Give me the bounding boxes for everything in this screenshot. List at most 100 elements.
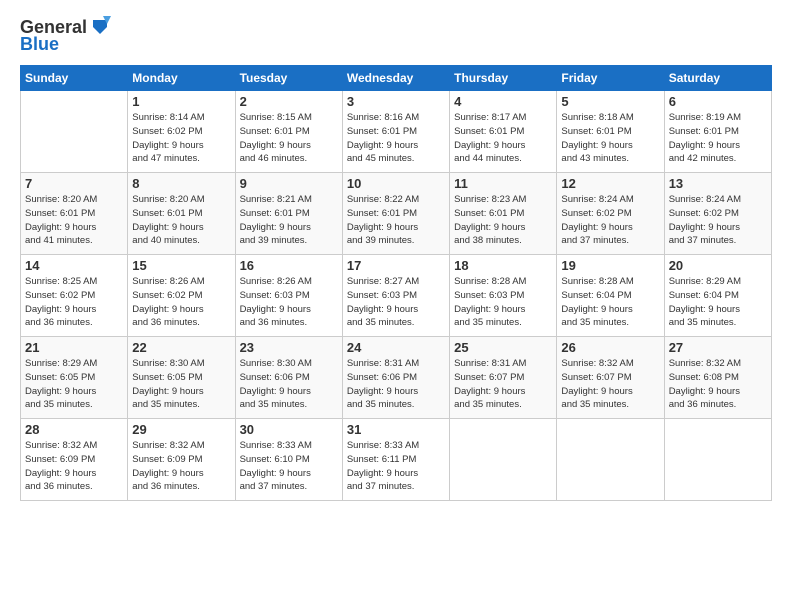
calendar-header-row: SundayMondayTuesdayWednesdayThursdayFrid…	[21, 66, 772, 91]
day-info: Sunrise: 8:30 AM Sunset: 6:05 PM Dayligh…	[132, 357, 230, 412]
day-number: 17	[347, 258, 445, 273]
calendar-week-row: 7 Sunrise: 8:20 AM Sunset: 6:01 PM Daylig…	[21, 173, 772, 255]
day-info: Sunrise: 8:28 AM Sunset: 6:04 PM Dayligh…	[561, 275, 659, 330]
calendar-cell: 20Sunrise: 8:29 AM Sunset: 6:04 PM Dayli…	[664, 255, 771, 337]
header-day-saturday: Saturday	[664, 66, 771, 91]
calendar-cell: 13 Sunrise: 8:24 AM Sunset: 6:02 PM Dayli…	[664, 173, 771, 255]
day-info: Sunrise: 8:30 AM Sunset: 6:06 PM Dayligh…	[240, 357, 338, 412]
day-info: Sunrise: 8:16 AM Sunset: 6:01 PM Dayligh…	[347, 111, 445, 166]
calendar-cell: 24 Sunrise: 8:31 AM Sunset: 6:06 PM Dayli…	[342, 337, 449, 419]
header: General Blue	[20, 16, 772, 55]
day-number: 31	[347, 422, 445, 437]
calendar-cell: 4 Sunrise: 8:17 AM Sunset: 6:01 PM Daylig…	[450, 91, 557, 173]
calendar-week-row: 28 Sunrise: 8:32 AM Sunset: 6:09 PM Dayli…	[21, 419, 772, 501]
day-number: 5	[561, 94, 659, 109]
day-info: Sunrise: 8:22 AM Sunset: 6:01 PM Dayligh…	[347, 193, 445, 248]
calendar-week-row: 1Sunrise: 8:14 AM Sunset: 6:02 PM Daylig…	[21, 91, 772, 173]
day-info: Sunrise: 8:15 AM Sunset: 6:01 PM Dayligh…	[240, 111, 338, 166]
calendar-cell: 6 Sunrise: 8:19 AM Sunset: 6:01 PM Daylig…	[664, 91, 771, 173]
day-number: 9	[240, 176, 338, 191]
day-number: 23	[240, 340, 338, 355]
calendar-body: 1Sunrise: 8:14 AM Sunset: 6:02 PM Daylig…	[21, 91, 772, 501]
day-info: Sunrise: 8:18 AM Sunset: 6:01 PM Dayligh…	[561, 111, 659, 166]
calendar-cell: 11 Sunrise: 8:23 AM Sunset: 6:01 PM Dayli…	[450, 173, 557, 255]
calendar-cell: 3 Sunrise: 8:16 AM Sunset: 6:01 PM Daylig…	[342, 91, 449, 173]
calendar-cell: 19 Sunrise: 8:28 AM Sunset: 6:04 PM Dayli…	[557, 255, 664, 337]
header-day-thursday: Thursday	[450, 66, 557, 91]
calendar-cell: 12 Sunrise: 8:24 AM Sunset: 6:02 PM Dayli…	[557, 173, 664, 255]
calendar-cell: 18Sunrise: 8:28 AM Sunset: 6:03 PM Dayli…	[450, 255, 557, 337]
day-number: 30	[240, 422, 338, 437]
day-info: Sunrise: 8:25 AM Sunset: 6:02 PM Dayligh…	[25, 275, 123, 330]
calendar-cell: 5 Sunrise: 8:18 AM Sunset: 6:01 PM Daylig…	[557, 91, 664, 173]
header-day-sunday: Sunday	[21, 66, 128, 91]
calendar-cell: 9 Sunrise: 8:21 AM Sunset: 6:01 PM Daylig…	[235, 173, 342, 255]
day-info: Sunrise: 8:33 AM Sunset: 6:10 PM Dayligh…	[240, 439, 338, 494]
day-info: Sunrise: 8:29 AM Sunset: 6:04 PM Dayligh…	[669, 275, 767, 330]
day-number: 29	[132, 422, 230, 437]
calendar-cell	[664, 419, 771, 501]
calendar-cell: 7Sunrise: 8:20 AM Sunset: 6:01 PM Daylig…	[21, 173, 128, 255]
day-info: Sunrise: 8:19 AM Sunset: 6:01 PM Dayligh…	[669, 111, 767, 166]
day-number: 28	[25, 422, 123, 437]
day-info: Sunrise: 8:24 AM Sunset: 6:02 PM Dayligh…	[561, 193, 659, 248]
calendar-cell: 10Sunrise: 8:22 AM Sunset: 6:01 PM Dayli…	[342, 173, 449, 255]
day-info: Sunrise: 8:32 AM Sunset: 6:08 PM Dayligh…	[669, 357, 767, 412]
day-number: 26	[561, 340, 659, 355]
calendar-cell	[557, 419, 664, 501]
day-info: Sunrise: 8:33 AM Sunset: 6:11 PM Dayligh…	[347, 439, 445, 494]
day-number: 25	[454, 340, 552, 355]
day-number: 21	[25, 340, 123, 355]
header-day-friday: Friday	[557, 66, 664, 91]
day-info: Sunrise: 8:20 AM Sunset: 6:01 PM Dayligh…	[132, 193, 230, 248]
day-number: 8	[132, 176, 230, 191]
calendar-cell: 27 Sunrise: 8:32 AM Sunset: 6:08 PM Dayli…	[664, 337, 771, 419]
calendar-table: SundayMondayTuesdayWednesdayThursdayFrid…	[20, 65, 772, 501]
calendar-cell: 25 Sunrise: 8:31 AM Sunset: 6:07 PM Dayli…	[450, 337, 557, 419]
day-info: Sunrise: 8:23 AM Sunset: 6:01 PM Dayligh…	[454, 193, 552, 248]
day-number: 14	[25, 258, 123, 273]
calendar-cell: 1Sunrise: 8:14 AM Sunset: 6:02 PM Daylig…	[128, 91, 235, 173]
day-number: 12	[561, 176, 659, 191]
day-number: 22	[132, 340, 230, 355]
header-day-monday: Monday	[128, 66, 235, 91]
day-info: Sunrise: 8:24 AM Sunset: 6:02 PM Dayligh…	[669, 193, 767, 248]
day-number: 24	[347, 340, 445, 355]
calendar-cell: 2 Sunrise: 8:15 AM Sunset: 6:01 PM Daylig…	[235, 91, 342, 173]
day-number: 15	[132, 258, 230, 273]
day-number: 19	[561, 258, 659, 273]
calendar-cell: 14 Sunrise: 8:25 AM Sunset: 6:02 PM Dayli…	[21, 255, 128, 337]
calendar-cell: 29 Sunrise: 8:32 AM Sunset: 6:09 PM Dayli…	[128, 419, 235, 501]
calendar-cell: 23 Sunrise: 8:30 AM Sunset: 6:06 PM Dayli…	[235, 337, 342, 419]
header-day-wednesday: Wednesday	[342, 66, 449, 91]
calendar-cell	[450, 419, 557, 501]
day-info: Sunrise: 8:29 AM Sunset: 6:05 PM Dayligh…	[25, 357, 123, 412]
calendar-cell: 8 Sunrise: 8:20 AM Sunset: 6:01 PM Daylig…	[128, 173, 235, 255]
day-number: 2	[240, 94, 338, 109]
day-number: 6	[669, 94, 767, 109]
day-number: 16	[240, 258, 338, 273]
day-number: 13	[669, 176, 767, 191]
calendar-cell: 17 Sunrise: 8:27 AM Sunset: 6:03 PM Dayli…	[342, 255, 449, 337]
day-info: Sunrise: 8:21 AM Sunset: 6:01 PM Dayligh…	[240, 193, 338, 248]
calendar-cell: 28Sunrise: 8:32 AM Sunset: 6:09 PM Dayli…	[21, 419, 128, 501]
calendar-cell	[21, 91, 128, 173]
day-number: 27	[669, 340, 767, 355]
day-info: Sunrise: 8:31 AM Sunset: 6:07 PM Dayligh…	[454, 357, 552, 412]
calendar-cell: 26Sunrise: 8:32 AM Sunset: 6:07 PM Dayli…	[557, 337, 664, 419]
day-number: 4	[454, 94, 552, 109]
day-info: Sunrise: 8:31 AM Sunset: 6:06 PM Dayligh…	[347, 357, 445, 412]
calendar-cell: 31 Sunrise: 8:33 AM Sunset: 6:11 PM Dayli…	[342, 419, 449, 501]
day-info: Sunrise: 8:26 AM Sunset: 6:03 PM Dayligh…	[240, 275, 338, 330]
logo-arrow-icon	[89, 16, 111, 38]
day-info: Sunrise: 8:14 AM Sunset: 6:02 PM Dayligh…	[132, 111, 230, 166]
calendar-cell: 22 Sunrise: 8:30 AM Sunset: 6:05 PM Dayli…	[128, 337, 235, 419]
day-info: Sunrise: 8:32 AM Sunset: 6:09 PM Dayligh…	[132, 439, 230, 494]
day-number: 11	[454, 176, 552, 191]
calendar-cell: 30 Sunrise: 8:33 AM Sunset: 6:10 PM Dayli…	[235, 419, 342, 501]
day-number: 7	[25, 176, 123, 191]
calendar-cell: 16 Sunrise: 8:26 AM Sunset: 6:03 PM Dayli…	[235, 255, 342, 337]
day-number: 3	[347, 94, 445, 109]
day-info: Sunrise: 8:17 AM Sunset: 6:01 PM Dayligh…	[454, 111, 552, 166]
day-info: Sunrise: 8:27 AM Sunset: 6:03 PM Dayligh…	[347, 275, 445, 330]
